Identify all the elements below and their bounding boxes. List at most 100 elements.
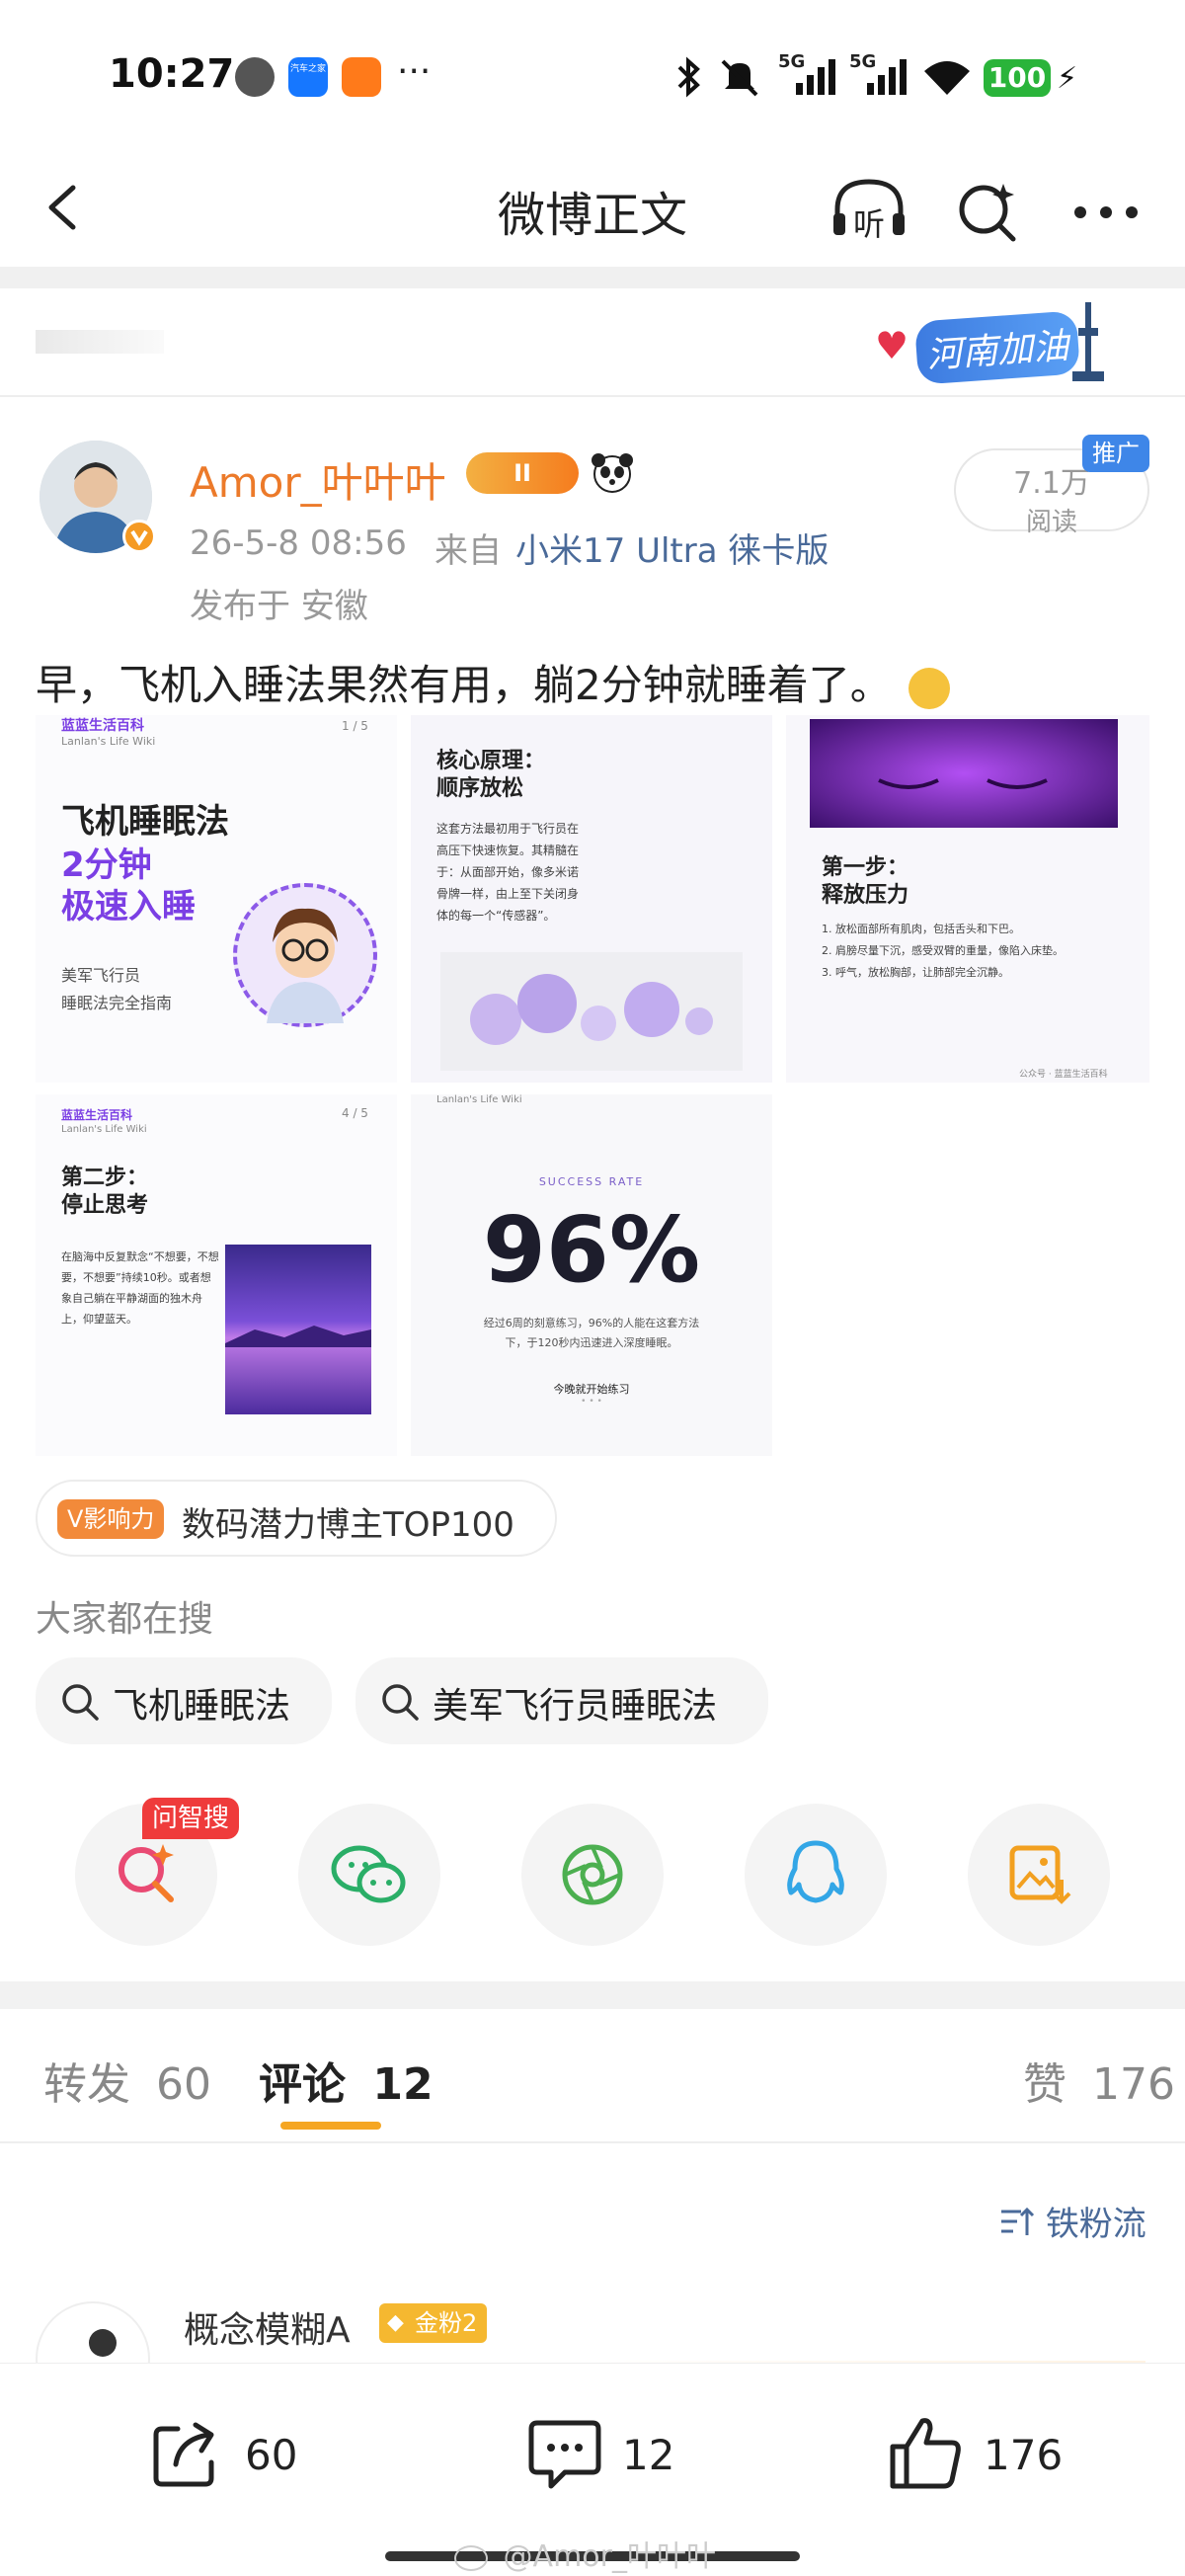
search-chip-1[interactable]: 飞机睡眠法: [36, 1657, 332, 1744]
banner-campaign[interactable]: ♥ 河南加油: [875, 298, 1112, 385]
img3-item3: 3. 呼气，放松胸部，让肺部完全沉静。: [822, 966, 1009, 979]
ai-search-button[interactable]: [954, 178, 1023, 247]
img5-big: 96%: [482, 1197, 701, 1303]
share-wechat-button[interactable]: [298, 1804, 440, 1946]
img1-subheader: Lanlan's Life Wiki: [61, 735, 156, 748]
listen-button[interactable]: 听: [830, 174, 908, 243]
post-image-5[interactable]: Lanlan's Life Wiki SUCCESS RATE 96% 经过6周…: [411, 1094, 772, 1456]
bottom-action-bar: 60 12 176 @Amor_叶叶叶: [0, 2363, 1185, 2576]
nav-divider: [0, 267, 1185, 288]
tab-comment-count: 12: [372, 2059, 434, 2110]
img5-label: SUCCESS RATE: [538, 1175, 645, 1188]
tab-comment[interactable]: 评论 12: [259, 2049, 434, 2112]
ask-search-badge: 问智搜: [142, 1798, 240, 1839]
img4-page: 4 / 5: [342, 1106, 368, 1120]
sort-button[interactable]: 铁粉流: [999, 2197, 1146, 2246]
diamond-icon: ◆: [387, 2310, 404, 2335]
sparkle-search-icon: [959, 184, 1016, 242]
comment-username[interactable]: 概念模糊A: [184, 2301, 351, 2353]
fan-badge: ◆ 金粉2: [379, 2303, 488, 2343]
more-dots-icon: [1074, 206, 1138, 218]
influence-chip[interactable]: V影响力 数码潜力博主TOP100: [36, 1480, 557, 1557]
img3-item2: 2. 肩膀尽量下沉，感受双臂的重量，像陷入床垫。: [822, 944, 1064, 957]
autohome-app-icon: 汽车之家: [288, 57, 328, 97]
more-notifications-icon: ···: [397, 51, 432, 92]
post-source[interactable]: 小米17 Ultra 徕卡版: [515, 523, 829, 572]
banner-divider: [0, 395, 1185, 397]
img4-title2: 停止思考: [61, 1193, 149, 1218]
level-badge: II: [466, 452, 579, 494]
watermark: @Amor_叶叶叶: [454, 2532, 716, 2575]
post-image-4[interactable]: 蓝蓝生活百科 Lanlan's Life Wiki 4 / 5 第二步： 停止思…: [36, 1094, 397, 1456]
crystal-spheres-icon: [440, 952, 743, 1071]
tab-active-indicator: [280, 2122, 381, 2130]
tab-repost-label: 转发: [43, 2059, 130, 2110]
post-image-3[interactable]: 第一步： 释放压力 1. 放松面部所有肌肉，包括舌头和下巴。 2. 肩膀尽量下沉…: [786, 715, 1149, 1083]
img3-footer: 公众号 · 蓝蓝生活百科: [1019, 1070, 1108, 1080]
share-qq-button[interactable]: [745, 1804, 887, 1946]
img3-title2: 释放压力: [822, 883, 909, 908]
tab-like[interactable]: 赞 176: [1023, 2049, 1175, 2112]
comment-bubble-icon: [528, 2420, 601, 2489]
tab-repost-count: 60: [156, 2059, 211, 2110]
panda-icon: [591, 450, 634, 494]
emoji-icon: [908, 667, 951, 709]
tab-like-count: 176: [1092, 2059, 1175, 2110]
fan-badge-text: 金粉2: [415, 2309, 478, 2337]
banner-text: 河南加油: [913, 310, 1081, 385]
tower-icon: [1068, 298, 1108, 389]
search-icon: [62, 1684, 99, 1721]
charging-icon: ⚡: [1057, 61, 1078, 96]
influence-text: 数码潜力博主TOP100: [182, 1505, 514, 1545]
img5-header: Lanlan's Life Wiki: [436, 1094, 522, 1105]
tab-repost[interactable]: 转发 60: [43, 2049, 211, 2112]
more-button[interactable]: [1066, 188, 1146, 237]
img5-body: 经过6周的刻意练习，96%的人能在这套方法下，于120秒内迅速进入深度睡眠。: [483, 1317, 700, 1349]
img4-header: 蓝蓝生活百科: [61, 1108, 133, 1122]
promo-tag: 推广: [1082, 435, 1149, 472]
save-image-button[interactable]: [968, 1804, 1110, 1946]
repost-button[interactable]: 60: [148, 2415, 346, 2494]
share-icon: [153, 2422, 214, 2487]
wifi-icon: [920, 57, 974, 101]
battery-icon: 100: [984, 59, 1051, 97]
share-moments-button[interactable]: [521, 1804, 664, 1946]
post-location: 发布于 安徽: [190, 587, 368, 626]
comment-count: 12: [622, 2431, 675, 2479]
img4-body: 在脑海中反复默念“不想要，不想要，不想要”持续10秒。或者想象自己躺在平静湖面的…: [61, 1250, 219, 1326]
clock-app-icon: [235, 57, 275, 97]
thumbs-up-icon: [890, 2418, 961, 2489]
verified-badge: [122, 520, 156, 553]
watermark-text: @Amor_叶叶叶: [503, 2539, 716, 2574]
closed-eyes-photo: [810, 719, 1118, 828]
img1-caption1: 美军飞行员: [61, 966, 141, 985]
search-chip-2-label: 美军飞行员睡眠法: [433, 1686, 718, 1727]
ai-search-icon: [118, 1844, 174, 1902]
post-text: 早，飞机入睡法果然有用，躺2分钟就睡着了。: [36, 652, 951, 712]
comment-button[interactable]: 12: [525, 2415, 723, 2494]
post-image-1[interactable]: 蓝蓝生活百科 Lanlan's Life Wiki 1 / 5 飞机睡眠法 2分…: [36, 715, 397, 1083]
search-icon: [382, 1684, 419, 1721]
repost-count: 60: [245, 2431, 298, 2479]
search-chip-2[interactable]: 美军飞行员睡眠法: [356, 1657, 768, 1744]
like-count: 176: [984, 2431, 1064, 2479]
like-button[interactable]: 176: [887, 2413, 1084, 2496]
img1-header: 蓝蓝生活百科: [61, 718, 144, 734]
level-badge-text: II: [514, 459, 531, 487]
weibo-logo-icon: [454, 2544, 488, 2571]
heart-icon: ♥: [875, 324, 909, 367]
sort-icon: [1001, 2207, 1035, 2235]
reads-label: 阅读: [1025, 508, 1077, 537]
banner[interactable]: ♥ 河南加油: [0, 288, 1185, 395]
post-text-content: 早，飞机入睡法果然有用，躺2分钟就睡着了。: [36, 661, 892, 709]
post-image-2[interactable]: 核心原理： 顺序放松 这套方法最初用于飞行员在高压下快速恢复。其精髓在于：从面部…: [411, 715, 772, 1083]
status-time: 10:27: [109, 51, 235, 97]
img1-page: 1 / 5: [342, 719, 368, 733]
moments-aperture-icon: [562, 1844, 623, 1905]
post-username[interactable]: Amor_叶叶叶: [190, 449, 446, 510]
cartoon-pilot-icon: [233, 883, 377, 1027]
tabs-divider: [0, 2141, 1185, 2143]
nav-bar: 微博正文 听: [0, 148, 1185, 267]
mute-icon: [717, 55, 762, 103]
bluetooth-icon: [672, 55, 707, 103]
